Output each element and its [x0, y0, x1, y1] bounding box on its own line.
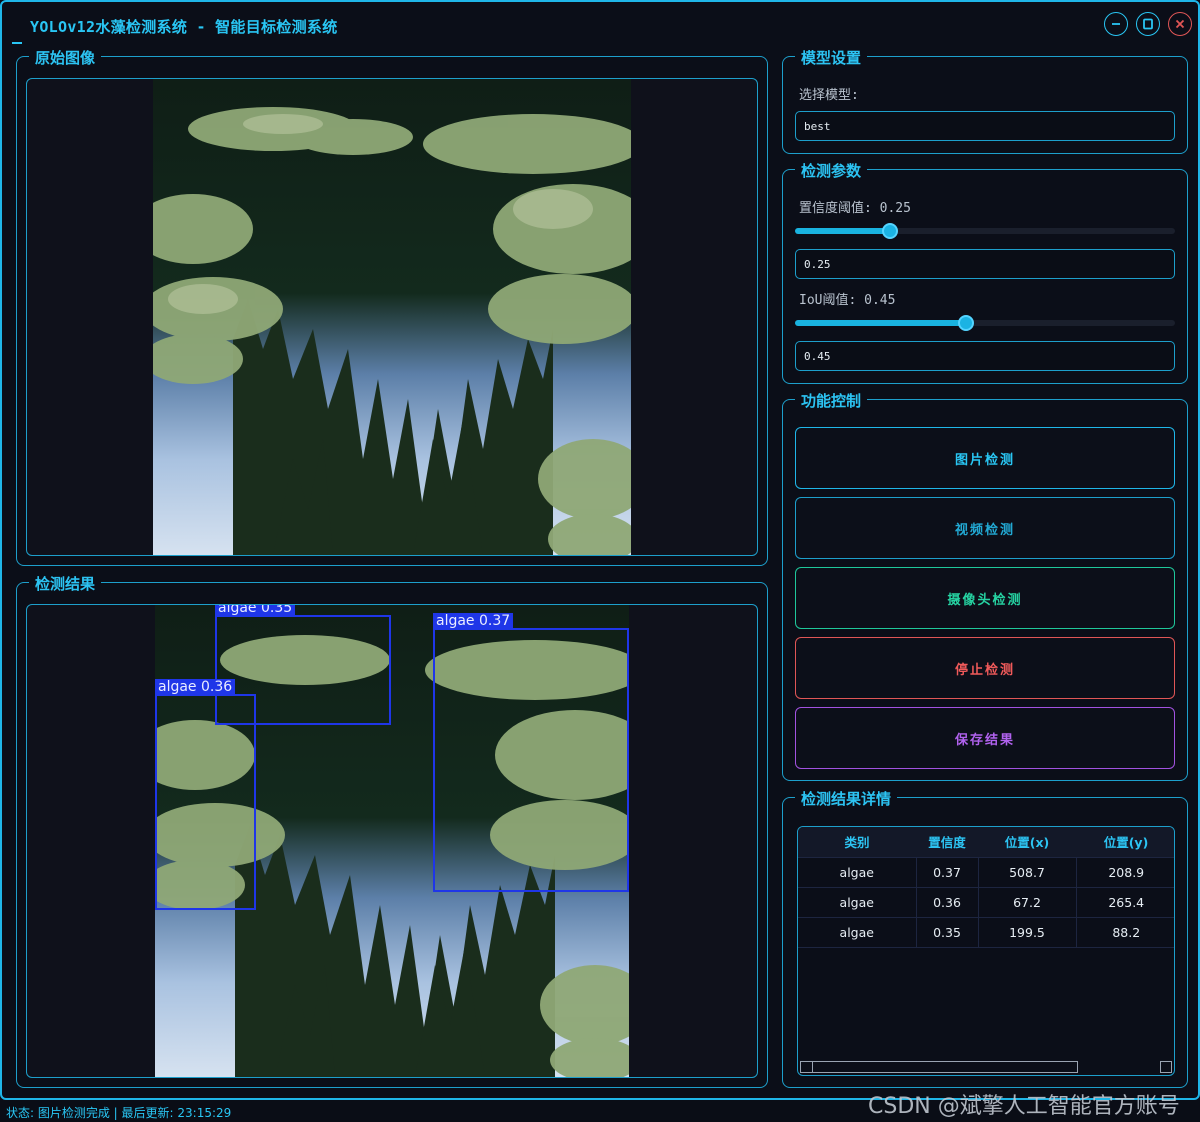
table-row[interactable]: algae 0.35 199.5 88.2	[798, 917, 1174, 948]
table-cell: 265.4	[1076, 887, 1174, 918]
original-image-title: 原始图像	[29, 47, 102, 68]
results-detail-group: 检测结果详情 类别 置信度 位置(x) 位置(y) algae 0.37 508…	[782, 788, 1188, 1088]
table-cell: algae	[798, 887, 917, 918]
title-bar: YOLOv12水藻检测系统 - 智能目标检测系统	[10, 8, 345, 42]
detection-result-view: algae 0.35 algae 0.36 algae 0.37	[26, 604, 758, 1078]
detection-result-title: 检测结果	[29, 573, 102, 594]
confidence-slider[interactable]	[795, 223, 1175, 239]
model-settings-group: 模型设置 选择模型: best	[782, 47, 1188, 154]
column-header[interactable]: 置信度	[916, 827, 978, 858]
iou-slider[interactable]	[795, 315, 1175, 331]
stop-detect-button[interactable]: 停止检测	[795, 637, 1175, 699]
confidence-slider-handle[interactable]	[882, 223, 898, 239]
scroll-left-arrow-icon[interactable]	[801, 1062, 813, 1072]
save-result-button[interactable]: 保存结果	[795, 707, 1175, 769]
minimize-icon	[1112, 23, 1120, 25]
detection-label: algae 0.37	[433, 613, 514, 630]
original-image-group: 原始图像	[16, 47, 768, 566]
watermark: CSDN @斌擎人工智能官方账号	[868, 1094, 1180, 1119]
detection-label: algae 0.36	[155, 679, 236, 696]
table-row[interactable]: algae 0.37 508.7 208.9	[798, 857, 1174, 888]
video-detect-button[interactable]: 视频检测	[795, 497, 1175, 559]
close-icon	[1175, 19, 1185, 29]
iou-input[interactable]: 0.45	[795, 341, 1175, 371]
detect-params-group: 检测参数 置信度阈值: 0.25 0.25 IoU阈值: 0.45 0.45	[782, 160, 1188, 384]
original-image-view	[26, 78, 758, 556]
table-cell: 88.2	[1076, 917, 1174, 948]
maximize-icon	[1143, 18, 1153, 30]
table-cell: algae	[798, 857, 917, 888]
table-cell: 0.37	[916, 857, 979, 888]
controls-title: 功能控制	[795, 390, 868, 411]
table-cell: 0.36	[916, 887, 979, 918]
detection-box: algae 0.36	[155, 679, 256, 910]
column-header[interactable]: 位置(x)	[978, 827, 1076, 858]
iou-label: IoU阈值: 0.45	[799, 293, 896, 308]
model-settings-title: 模型设置	[795, 47, 868, 68]
table-row[interactable]: algae 0.36 67.2 265.4	[798, 887, 1174, 918]
original-photo	[153, 79, 631, 555]
detection-box: algae 0.37	[433, 613, 629, 892]
detection-result-group: 检测结果 algae 0.35 algae 0.36 algae 0.37	[16, 573, 768, 1088]
image-detect-button[interactable]: 图片检测	[795, 427, 1175, 489]
iou-slider-handle[interactable]	[958, 315, 974, 331]
model-select[interactable]: best	[795, 111, 1175, 141]
results-table-view: 类别 置信度 位置(x) 位置(y) algae 0.37 508.7 208.…	[797, 826, 1175, 1076]
table-cell: 208.9	[1076, 857, 1174, 888]
table-cell: algae	[798, 917, 917, 948]
window-title: YOLOv12水藻检测系统 - 智能目标检测系统	[30, 18, 338, 36]
confidence-slider-fill	[795, 228, 890, 234]
column-header[interactable]: 类别	[798, 827, 916, 858]
maximize-button[interactable]	[1136, 12, 1160, 36]
scroll-corner	[1160, 1061, 1172, 1073]
model-select-label: 选择模型:	[799, 88, 859, 103]
horizontal-scrollbar[interactable]	[800, 1061, 1078, 1073]
results-detail-title: 检测结果详情	[795, 788, 898, 809]
confidence-input[interactable]: 0.25	[795, 249, 1175, 279]
table-cell: 0.35	[916, 917, 979, 948]
results-table: 类别 置信度 位置(x) 位置(y) algae 0.37 508.7 208.…	[798, 827, 1174, 948]
detection-label: algae 0.35	[215, 605, 296, 617]
table-cell: 199.5	[978, 917, 1077, 948]
close-button[interactable]	[1168, 12, 1192, 36]
table-cell: 67.2	[978, 887, 1077, 918]
controls-group: 功能控制 图片检测 视频检测 摄像头检测 停止检测 保存结果	[782, 390, 1188, 781]
column-header[interactable]: 位置(y)	[1076, 827, 1174, 858]
table-cell: 508.7	[978, 857, 1077, 888]
detect-params-title: 检测参数	[795, 160, 868, 181]
camera-detect-button[interactable]: 摄像头检测	[795, 567, 1175, 629]
title-underline	[12, 42, 22, 44]
minimize-button[interactable]	[1104, 12, 1128, 36]
iou-slider-fill	[795, 320, 966, 326]
confidence-label: 置信度阈值: 0.25	[799, 201, 911, 216]
app-window: YOLOv12水藻检测系统 - 智能目标检测系统 原始图像 检测结果 algae…	[0, 0, 1200, 1100]
